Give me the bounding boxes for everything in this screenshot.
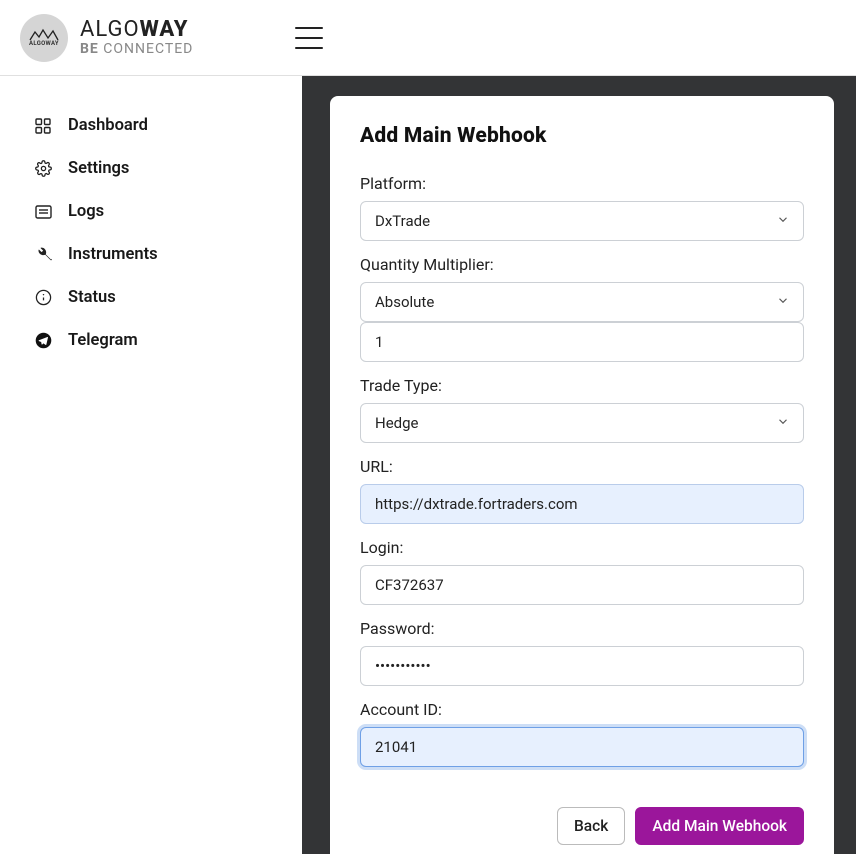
sidebar-item-logs[interactable]: Logs	[0, 190, 302, 233]
qmult-value-input[interactable]	[360, 322, 804, 362]
sidebar-item-label: Telegram	[68, 331, 138, 350]
add-webhook-modal: Add Main Webhook Platform: DxTrade Quant…	[330, 96, 834, 854]
sidebar-item-settings[interactable]: Settings	[0, 147, 302, 190]
topbar: ALGOWAY ALGOWAY BE CONNECTED	[0, 0, 856, 76]
brand-text: ALGOWAY BE CONNECTED	[80, 18, 193, 58]
brand-line2: BE CONNECTED	[80, 42, 193, 57]
url-input[interactable]	[360, 484, 804, 524]
sidebar-item-label: Status	[68, 288, 116, 307]
sidebar-item-label: Settings	[68, 159, 129, 178]
dashboard-icon	[34, 117, 52, 135]
logo-badge-text: ALGOWAY	[29, 40, 59, 47]
sidebar: Dashboard Settings Logs	[0, 76, 302, 854]
qmult-mode-select[interactable]: Absolute	[360, 282, 804, 322]
brand-line1: ALGOWAY	[80, 18, 193, 42]
tradetype-label: Trade Type:	[360, 376, 804, 395]
add-main-webhook-button[interactable]: Add Main Webhook	[635, 807, 804, 845]
login-label: Login:	[360, 538, 804, 557]
sidebar-item-label: Dashboard	[68, 116, 148, 135]
wrench-icon	[34, 246, 52, 264]
account-label: Account ID:	[360, 700, 804, 719]
platform-value: DxTrade	[375, 212, 430, 230]
tradetype-select[interactable]: Hedge	[360, 403, 804, 443]
password-label: Password:	[360, 619, 804, 638]
platform-select[interactable]: DxTrade	[360, 201, 804, 241]
sidebar-item-label: Instruments	[68, 245, 158, 264]
back-button[interactable]: Back	[557, 807, 625, 845]
qmult-mode-value: Absolute	[375, 293, 434, 311]
logo-badge: ALGOWAY	[20, 14, 68, 62]
tradetype-value: Hedge	[375, 414, 419, 432]
account-id-input[interactable]	[360, 727, 804, 767]
modal-title: Add Main Webhook	[360, 124, 804, 148]
telegram-icon	[34, 332, 52, 350]
info-icon	[34, 289, 52, 307]
logs-icon	[34, 203, 52, 221]
sidebar-item-dashboard[interactable]: Dashboard	[0, 104, 302, 147]
password-input[interactable]	[360, 646, 804, 686]
content-area: Add Main Webhook Platform: DxTrade Quant…	[302, 76, 856, 854]
sidebar-item-label: Logs	[68, 202, 104, 221]
sidebar-item-instruments[interactable]: Instruments	[0, 233, 302, 276]
platform-label: Platform:	[360, 174, 804, 193]
qmult-label: Quantity Multiplier:	[360, 255, 804, 274]
menu-toggle-icon[interactable]	[295, 27, 323, 49]
login-input[interactable]	[360, 565, 804, 605]
url-label: URL:	[360, 457, 804, 476]
sidebar-item-status[interactable]: Status	[0, 276, 302, 319]
gear-icon	[34, 160, 52, 178]
sidebar-item-telegram[interactable]: Telegram	[0, 319, 302, 362]
